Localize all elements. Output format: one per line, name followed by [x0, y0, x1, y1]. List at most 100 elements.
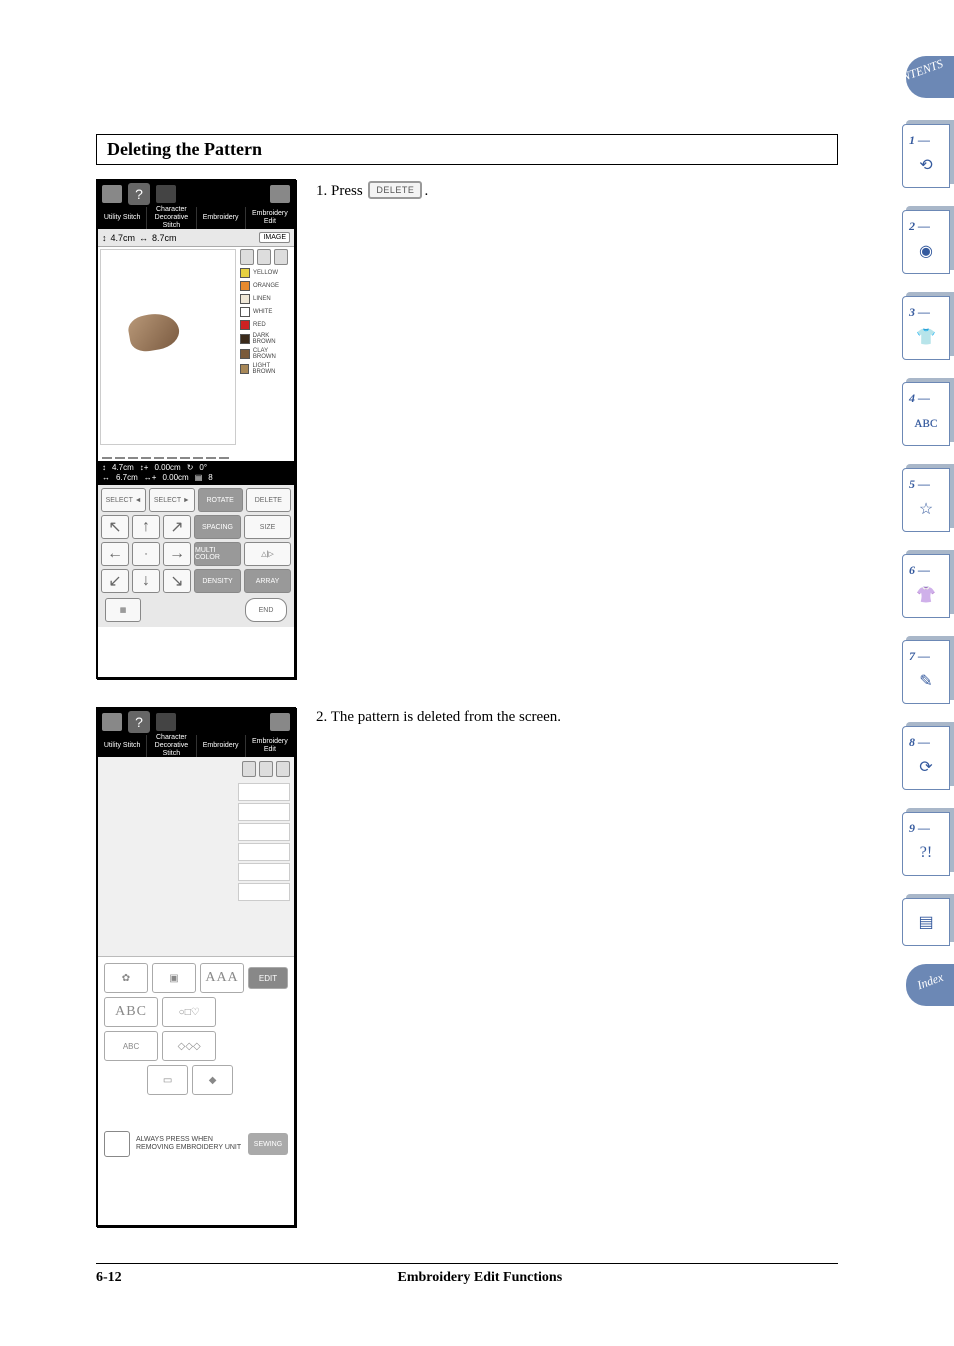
tshirt-icon: 👚: [911, 580, 941, 610]
select-prev-button[interactable]: SELECT ◄: [101, 488, 146, 512]
dim-h: 4.7cm: [111, 233, 136, 243]
arrow-e-button[interactable]: →: [163, 542, 191, 566]
spool-icon[interactable]: [274, 249, 288, 265]
color-name: DARK BROWN: [253, 333, 292, 345]
screen-icon: [156, 185, 176, 203]
spacing-button[interactable]: SPACING: [194, 515, 241, 539]
empty-canvas-area: [98, 757, 294, 957]
select-next-button[interactable]: SELECT ►: [149, 488, 194, 512]
tab-char-deco[interactable]: Character Decorative Stitch: [147, 207, 196, 229]
tab-embroidery[interactable]: Embroidery: [197, 735, 246, 757]
tab-embroidery-edit[interactable]: Embroidery Edit: [246, 735, 294, 757]
layout-button[interactable]: ▦: [105, 598, 141, 622]
design-icon: ✎: [911, 666, 941, 696]
arrow-w-button[interactable]: ←: [101, 542, 129, 566]
color-name: RED: [253, 322, 266, 328]
arrow-nw-button[interactable]: ↖: [101, 515, 129, 539]
chapter-4-tab[interactable]: 4 —ᴀʙᴄ: [900, 378, 954, 448]
multicolor-button[interactable]: MULTI COLOR: [194, 542, 241, 566]
arrow-se-button[interactable]: ↘: [163, 569, 191, 593]
tab-utility[interactable]: Utility Stitch: [98, 735, 147, 757]
list-item: [238, 823, 290, 841]
spool-icon[interactable]: [257, 249, 271, 265]
cat-designs-button[interactable]: ✿: [104, 963, 148, 993]
contents-tab[interactable]: CONTENTS: [900, 56, 954, 104]
arrow-s-button[interactable]: ↓: [132, 569, 160, 593]
appendix-tab[interactable]: ▤: [900, 894, 954, 948]
size-button[interactable]: SIZE: [244, 515, 291, 539]
page-footer: 6-12 Embroidery Edit Functions: [96, 1263, 838, 1286]
control-panel: SELECT ◄ SELECT ► ROTATE DELETE ↖ ↑ ↗ SP…: [98, 485, 294, 627]
end-button[interactable]: END: [245, 598, 287, 622]
edit-button[interactable]: EDIT: [248, 967, 288, 989]
spool-icon[interactable]: [242, 761, 256, 777]
cat-font2-button[interactable]: ABC: [104, 997, 158, 1027]
cat-frames-button[interactable]: ◇◇◇: [162, 1031, 216, 1061]
step-2-text: 2. The pattern is deleted from the scree…: [316, 707, 838, 1227]
arrow-n-button[interactable]: ↑: [132, 515, 160, 539]
color-name: WHITE: [253, 309, 272, 315]
help-icon: ?: [128, 183, 150, 205]
step-2-row: ? Utility Stitch Character Decorative St…: [96, 707, 838, 1227]
arrow-sw-button[interactable]: ↙: [101, 569, 129, 593]
cat-card-button[interactable]: ▭: [147, 1065, 188, 1095]
chapter-2-tab[interactable]: 2 —◉: [900, 206, 954, 276]
index-tab[interactable]: Index: [900, 964, 954, 1012]
arrow-se-icon: ↘: [170, 571, 183, 591]
foot-icon: [102, 713, 122, 731]
chapter-8-tab[interactable]: 8 —⟳: [900, 722, 954, 792]
spool-icon[interactable]: [276, 761, 290, 777]
step-text: The pattern is deleted from the screen.: [331, 709, 561, 725]
spool-icon[interactable]: [240, 249, 254, 265]
chapter-5-tab[interactable]: 5 —☆: [900, 464, 954, 534]
spool-icon: ◉: [911, 236, 941, 266]
cat-font3-button[interactable]: ABC: [104, 1031, 158, 1061]
spool-icon[interactable]: [259, 761, 273, 777]
mode-tabs: Utility Stitch Character Decorative Stit…: [98, 735, 294, 757]
cat-shapes-button[interactable]: ○□♡: [162, 997, 216, 1027]
cat-usb-button[interactable]: ◆: [192, 1065, 233, 1095]
chapter-9-tab[interactable]: 9 —?!: [900, 808, 954, 878]
cat-font1-button[interactable]: AAA: [200, 963, 244, 993]
chapter-6-tab[interactable]: 6 —👚: [900, 550, 954, 620]
menu-icon: [270, 713, 290, 731]
bottom-bar: ALWAYS PRESS WHEN REMOVING EMBROIDERY UN…: [98, 1125, 294, 1163]
list-item: [238, 863, 290, 881]
rotate-button[interactable]: ROTATE: [198, 488, 243, 512]
cat-patterns-button[interactable]: ▣: [152, 963, 196, 993]
list-item: [238, 843, 290, 861]
arrow-ne-button[interactable]: ↗: [163, 515, 191, 539]
chapter-3-tab[interactable]: 3 —👕: [900, 292, 954, 362]
titlebar: ?: [98, 181, 294, 207]
sewing-button[interactable]: SEWING: [248, 1133, 288, 1155]
screen-icon: [156, 713, 176, 731]
delete-button[interactable]: DELETE: [246, 488, 291, 512]
category-grid: ✿ ▣ AAA EDIT ABC ○□♡ ABC ◇◇◇: [98, 957, 294, 1095]
tab-embroidery-edit[interactable]: Embroidery Edit: [246, 207, 294, 229]
tab-embroidery[interactable]: Embroidery: [197, 207, 246, 229]
unplug-icon[interactable]: [104, 1131, 130, 1157]
pages-icon: ▤: [911, 907, 941, 937]
step-num: 1.: [316, 183, 327, 199]
side-tabs: CONTENTS 1 —⟲ 2 —◉ 3 —👕 4 —ᴀʙᴄ 5 —☆ 6 —👚…: [894, 56, 954, 1012]
chapter-1-tab[interactable]: 1 —⟲: [900, 120, 954, 190]
mirror-button[interactable]: △|▷: [244, 542, 291, 566]
section-heading: Deleting the Pattern: [107, 139, 827, 160]
color-name: YELLOW: [253, 270, 278, 276]
swatch-icon: [240, 349, 250, 359]
chapter-7-tab[interactable]: 7 —✎: [900, 636, 954, 706]
center-button[interactable]: ▫: [132, 542, 160, 566]
image-button[interactable]: IMAGE: [259, 232, 290, 243]
updown-icon: ↕: [102, 233, 107, 243]
swatch-icon: [240, 364, 249, 374]
tab-char-deco[interactable]: Character Decorative Stitch: [147, 735, 196, 757]
leftright-icon: ↔: [139, 233, 148, 243]
arrow-ne-icon: ↗: [170, 517, 183, 537]
step-1-row: ? Utility Stitch Character Decorative St…: [96, 179, 838, 679]
density-button[interactable]: DENSITY: [194, 569, 241, 593]
color-name: LIGHT BROWN: [252, 363, 292, 375]
dimension-bar: ↕ 4.7cm ↔ 8.7cm IMAGE: [98, 229, 294, 247]
step-text-pre: Press: [331, 183, 363, 199]
array-button[interactable]: ARRAY: [244, 569, 291, 593]
tab-utility[interactable]: Utility Stitch: [98, 207, 147, 229]
